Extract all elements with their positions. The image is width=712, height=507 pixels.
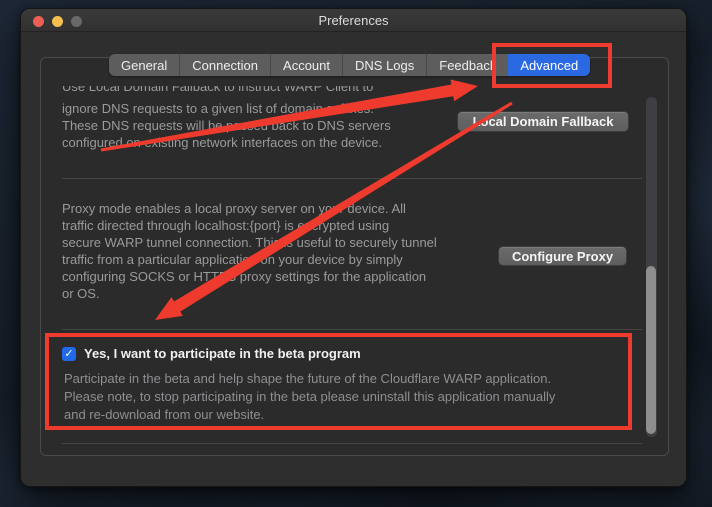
- local-domain-description: ignore DNS requests to a given list of d…: [62, 100, 391, 151]
- section-divider: [62, 178, 642, 179]
- section-divider: [62, 329, 642, 330]
- tab-general[interactable]: General: [109, 54, 179, 76]
- configure-proxy-button[interactable]: Configure Proxy: [498, 246, 627, 266]
- annotation-box-beta-section: [45, 333, 632, 430]
- window-title: Preferences: [21, 13, 686, 28]
- scrollbar-thumb[interactable]: [646, 266, 656, 434]
- annotation-box-advanced-tab: [492, 43, 612, 88]
- title-bar[interactable]: Preferences: [21, 9, 686, 32]
- local-domain-text-clipped-line: Use Local Domain Fallback to instruct WA…: [62, 86, 373, 95]
- local-domain-fallback-button[interactable]: Local Domain Fallback: [457, 111, 629, 132]
- tab-dns-logs[interactable]: DNS Logs: [342, 54, 426, 76]
- proxy-description: Proxy mode enables a local proxy server …: [62, 200, 437, 302]
- section-divider: [62, 443, 642, 444]
- tab-account[interactable]: Account: [270, 54, 342, 76]
- tab-connection[interactable]: Connection: [179, 54, 270, 76]
